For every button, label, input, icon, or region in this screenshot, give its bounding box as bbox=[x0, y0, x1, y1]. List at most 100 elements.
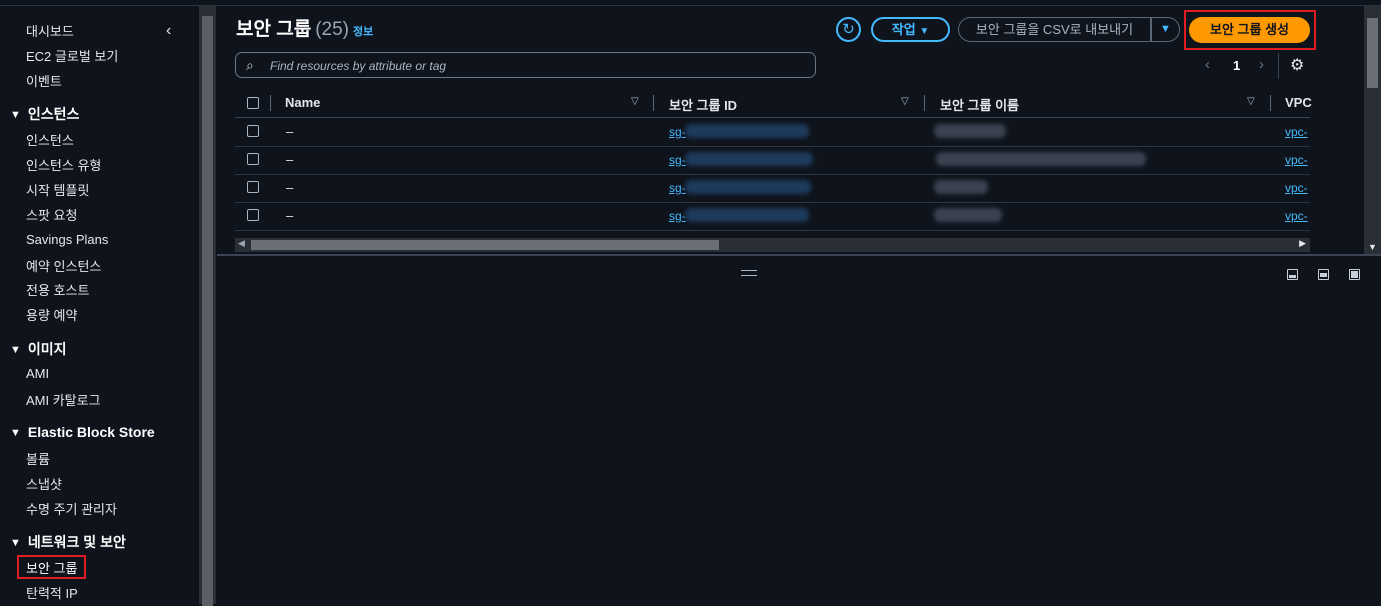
redacted-sg-name bbox=[936, 152, 1146, 166]
sidebar-section-network-security[interactable]: ▼ 네트워크 및 보안 bbox=[10, 532, 126, 552]
sort-icon[interactable]: ▽ bbox=[1247, 96, 1255, 107]
sidebar-item-snapshots[interactable]: 스냅샷 bbox=[26, 474, 62, 493]
column-divider bbox=[270, 95, 271, 111]
sidebar-item-capacity-reservations[interactable]: 용량 예약 bbox=[26, 305, 77, 324]
table-header: Name ▽ 보안 그룹 ID ▽ 보안 그룹 이름 ▽ VPC bbox=[235, 90, 1312, 118]
table-row[interactable]: – sg- vpc- bbox=[235, 202, 1310, 231]
page-title: 보안 그룹 (25) bbox=[236, 19, 349, 40]
table-row[interactable]: – sg- vpc- bbox=[235, 174, 1310, 203]
sort-icon[interactable]: ▽ bbox=[631, 96, 639, 107]
security-groups-panel: 보안 그룹 (25) 정보 ↻ 작업 ▼ 보안 그룹을 CSV로 내보내기 ▼ 보… bbox=[217, 6, 1364, 254]
redacted-sg-name bbox=[934, 180, 988, 194]
search-icon: ⌕ bbox=[246, 57, 254, 73]
redacted-sg-name bbox=[934, 208, 1002, 222]
cell-vpc-link[interactable]: vpc- bbox=[1285, 153, 1308, 167]
sidebar: ‹ 대시보드 EC2 글로벌 보기 이벤트 ▼ 인스턴스 인스턴스 인스턴스 유형… bbox=[0, 6, 199, 604]
cell-sg-id-link[interactable]: sg- bbox=[669, 125, 686, 139]
cell-name: – bbox=[286, 124, 294, 139]
vertical-scrollbar[interactable]: ▼ bbox=[1364, 6, 1381, 254]
sidebar-item-ami-catalog[interactable]: AMI 카탈로그 bbox=[26, 390, 101, 409]
caret-down-icon: ▼ bbox=[10, 537, 21, 549]
caret-down-icon: ▼ bbox=[1160, 23, 1171, 35]
search-input[interactable] bbox=[268, 55, 802, 77]
sidebar-item-dedicated-hosts[interactable]: 전용 호스트 bbox=[26, 280, 89, 299]
sidebar-item-events[interactable]: 이벤트 bbox=[26, 71, 62, 90]
sidebar-item-lifecycle-manager[interactable]: 수명 주기 관리자 bbox=[26, 499, 117, 518]
table-row[interactable]: – sg- vpc- bbox=[235, 146, 1310, 175]
sidebar-section-images[interactable]: ▼ 이미지 bbox=[10, 339, 67, 359]
sidebar-item-launch-templates[interactable]: 시작 템플릿 bbox=[26, 180, 89, 199]
scroll-down-icon[interactable]: ▼ bbox=[1368, 242, 1377, 252]
cell-sg-id-link[interactable]: sg- bbox=[669, 153, 686, 167]
column-divider bbox=[1270, 95, 1271, 111]
column-header-sg-id[interactable]: 보안 그룹 ID bbox=[669, 95, 737, 114]
search-field[interactable]: ⌕ bbox=[235, 52, 816, 78]
scroll-left-icon[interactable]: ◀ bbox=[238, 238, 245, 249]
cell-sg-id-link[interactable]: sg- bbox=[669, 209, 686, 223]
cell-name: – bbox=[286, 152, 294, 167]
sidebar-item-spot-requests[interactable]: 스팟 요청 bbox=[26, 205, 77, 224]
refresh-button[interactable]: ↻ bbox=[836, 17, 861, 42]
sidebar-item-ami[interactable]: AMI bbox=[26, 366, 49, 381]
item-count: (25) bbox=[315, 19, 349, 40]
sort-icon[interactable]: ▽ bbox=[901, 96, 909, 107]
panel-full-icon[interactable] bbox=[1349, 269, 1360, 280]
actions-button[interactable]: 작업 ▼ bbox=[871, 17, 950, 42]
current-page[interactable]: 1 bbox=[1233, 58, 1240, 73]
horizontal-scrollbar-thumb[interactable] bbox=[251, 240, 719, 250]
sidebar-item-dashboard[interactable]: 대시보드 bbox=[26, 21, 74, 40]
sidebar-item-instance-types[interactable]: 인스턴스 유형 bbox=[26, 155, 101, 174]
redacted-sg-id bbox=[685, 180, 811, 194]
redacted-sg-id bbox=[685, 208, 809, 222]
export-dropdown-button[interactable]: ▼ bbox=[1151, 17, 1180, 42]
redacted-sg-id bbox=[685, 124, 809, 138]
cell-name: – bbox=[286, 208, 294, 223]
column-header-sg-name[interactable]: 보안 그룹 이름 bbox=[940, 95, 1019, 114]
column-header-name[interactable]: Name bbox=[285, 95, 320, 110]
panel-side-icon[interactable] bbox=[1318, 269, 1329, 280]
sidebar-item-reserved-instances[interactable]: 예약 인스턴스 bbox=[26, 256, 101, 275]
sidebar-section-instances[interactable]: ▼ 인스턴스 bbox=[10, 104, 79, 124]
sidebar-scrollbar-thumb[interactable] bbox=[202, 16, 213, 606]
horizontal-scrollbar[interactable]: ◀ ▶ bbox=[235, 238, 1310, 252]
row-checkbox[interactable] bbox=[247, 125, 259, 137]
pager-divider bbox=[1278, 53, 1279, 79]
row-checkbox[interactable] bbox=[247, 209, 259, 221]
vertical-scrollbar-thumb[interactable] bbox=[1367, 18, 1378, 88]
redacted-sg-id bbox=[685, 152, 813, 166]
caret-down-icon: ▼ bbox=[10, 427, 21, 439]
gear-icon[interactable]: ⚙ bbox=[1290, 55, 1304, 75]
info-link[interactable]: 정보 bbox=[353, 23, 373, 39]
sidebar-item-elastic-ip[interactable]: 탄력적 IP bbox=[26, 583, 78, 602]
cell-vpc-link[interactable]: vpc- bbox=[1285, 209, 1308, 223]
panel-bottom-icon[interactable] bbox=[1287, 269, 1298, 280]
details-split-panel bbox=[217, 256, 1381, 604]
column-header-vpc[interactable]: VPC bbox=[1285, 95, 1312, 110]
previous-page-icon[interactable]: ‹ bbox=[1205, 56, 1210, 73]
next-page-icon[interactable]: › bbox=[1259, 56, 1264, 73]
column-divider bbox=[924, 95, 925, 111]
sidebar-item-savings-plans[interactable]: Savings Plans bbox=[26, 232, 108, 247]
sidebar-section-ebs[interactable]: ▼ Elastic Block Store bbox=[10, 424, 155, 440]
export-csv-button[interactable]: 보안 그룹을 CSV로 내보내기 bbox=[958, 17, 1151, 42]
select-all-checkbox[interactable] bbox=[247, 97, 259, 109]
sidebar-item-global-view[interactable]: EC2 글로벌 보기 bbox=[26, 46, 118, 65]
collapse-sidebar-icon[interactable]: ‹ bbox=[166, 23, 171, 39]
row-checkbox[interactable] bbox=[247, 181, 259, 193]
cell-sg-id-link[interactable]: sg- bbox=[669, 181, 686, 195]
drag-handle-icon[interactable] bbox=[741, 270, 757, 276]
sidebar-item-instances[interactable]: 인스턴스 bbox=[26, 130, 74, 149]
caret-down-icon: ▼ bbox=[10, 109, 21, 121]
table-row[interactable]: – sg- vpc- bbox=[235, 118, 1310, 147]
cell-vpc-link[interactable]: vpc- bbox=[1285, 125, 1308, 139]
sidebar-scrollbar[interactable] bbox=[199, 6, 216, 606]
highlight-box-create-button bbox=[1184, 10, 1316, 50]
scroll-right-icon[interactable]: ▶ bbox=[1299, 238, 1306, 249]
caret-down-icon: ▼ bbox=[919, 26, 930, 37]
cell-name: – bbox=[286, 180, 294, 195]
cell-vpc-link[interactable]: vpc- bbox=[1285, 181, 1308, 195]
highlight-box-security-groups bbox=[17, 555, 86, 579]
refresh-icon: ↻ bbox=[842, 21, 855, 38]
sidebar-item-volumes[interactable]: 볼륨 bbox=[26, 449, 50, 468]
row-checkbox[interactable] bbox=[247, 153, 259, 165]
